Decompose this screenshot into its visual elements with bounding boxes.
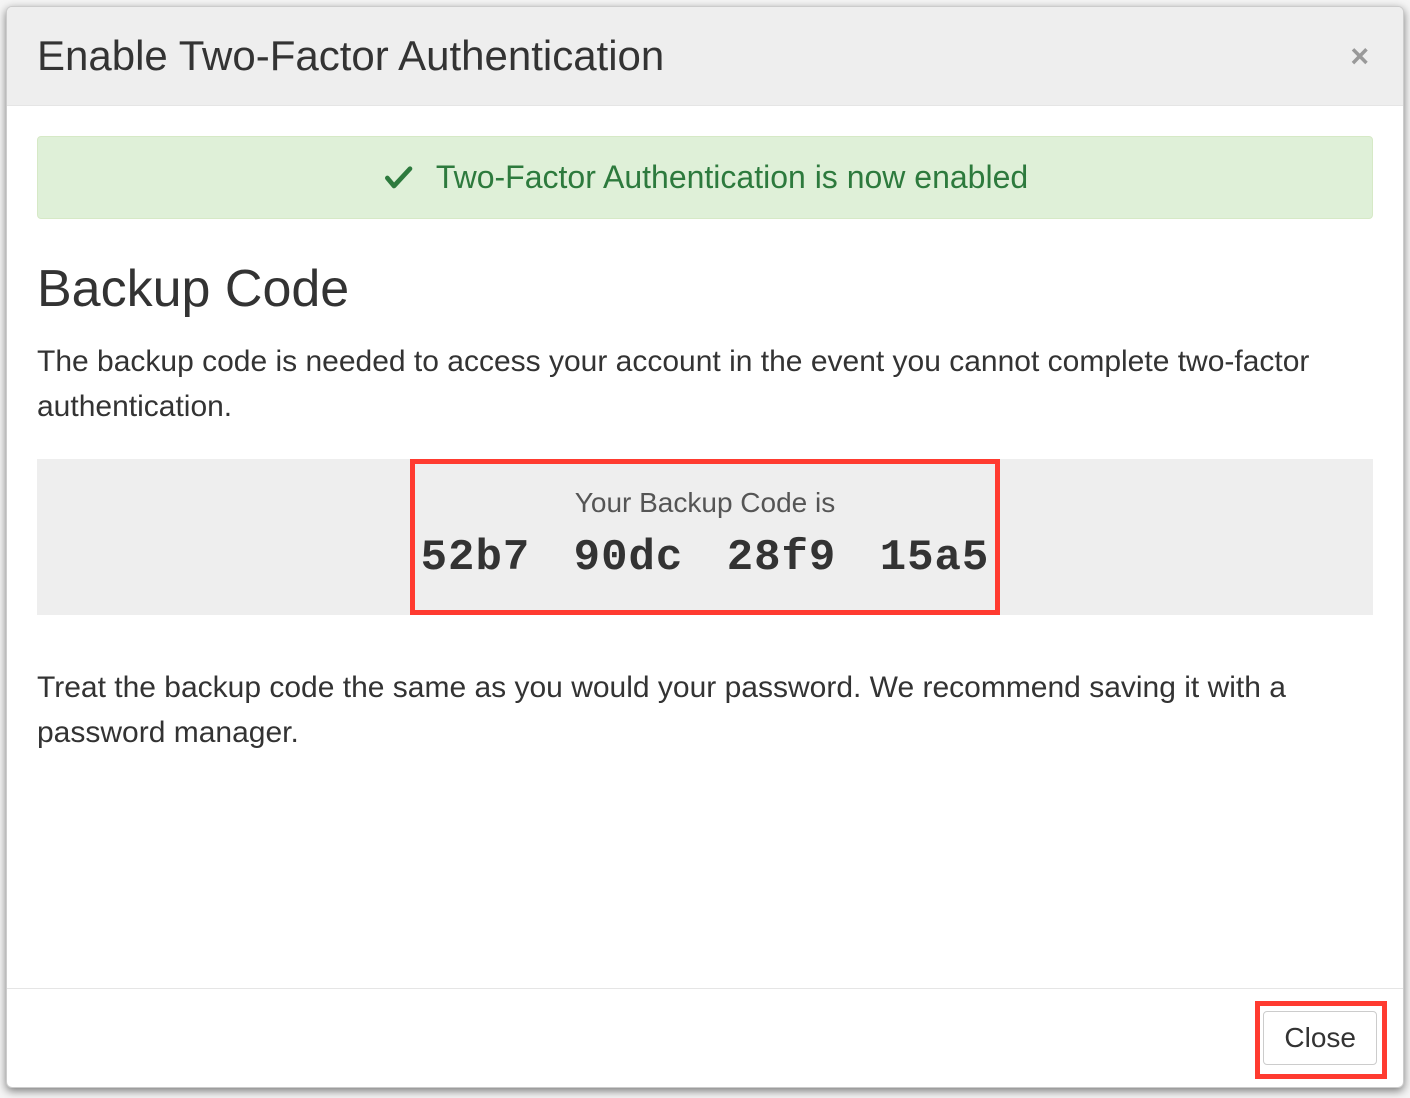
checkmark-icon [382,162,414,194]
backup-code-warning: Treat the backup code the same as you wo… [37,665,1373,755]
modal-header: Enable Two-Factor Authentication × [7,7,1403,106]
modal-footer: Close [7,988,1403,1087]
modal-body: Two-Factor Authentication is now enabled… [7,106,1403,988]
backup-code-panel: Your Backup Code is 52b7 90dc 28f9 15a5 [37,459,1373,615]
close-icon[interactable]: × [1346,40,1373,72]
backup-code-description: The backup code is needed to access your… [37,339,1373,429]
modal-title: Enable Two-Factor Authentication [37,32,664,80]
backup-code-heading: Backup Code [37,259,1373,319]
backup-code-label: Your Backup Code is [57,487,1353,519]
two-factor-modal: Enable Two-Factor Authentication × Two-F… [6,6,1404,1088]
backup-code-value: 52b7 90dc 28f9 15a5 [57,533,1353,583]
alert-message: Two-Factor Authentication is now enabled [436,159,1028,196]
close-button[interactable]: Close [1263,1011,1377,1065]
success-alert: Two-Factor Authentication is now enabled [37,136,1373,219]
